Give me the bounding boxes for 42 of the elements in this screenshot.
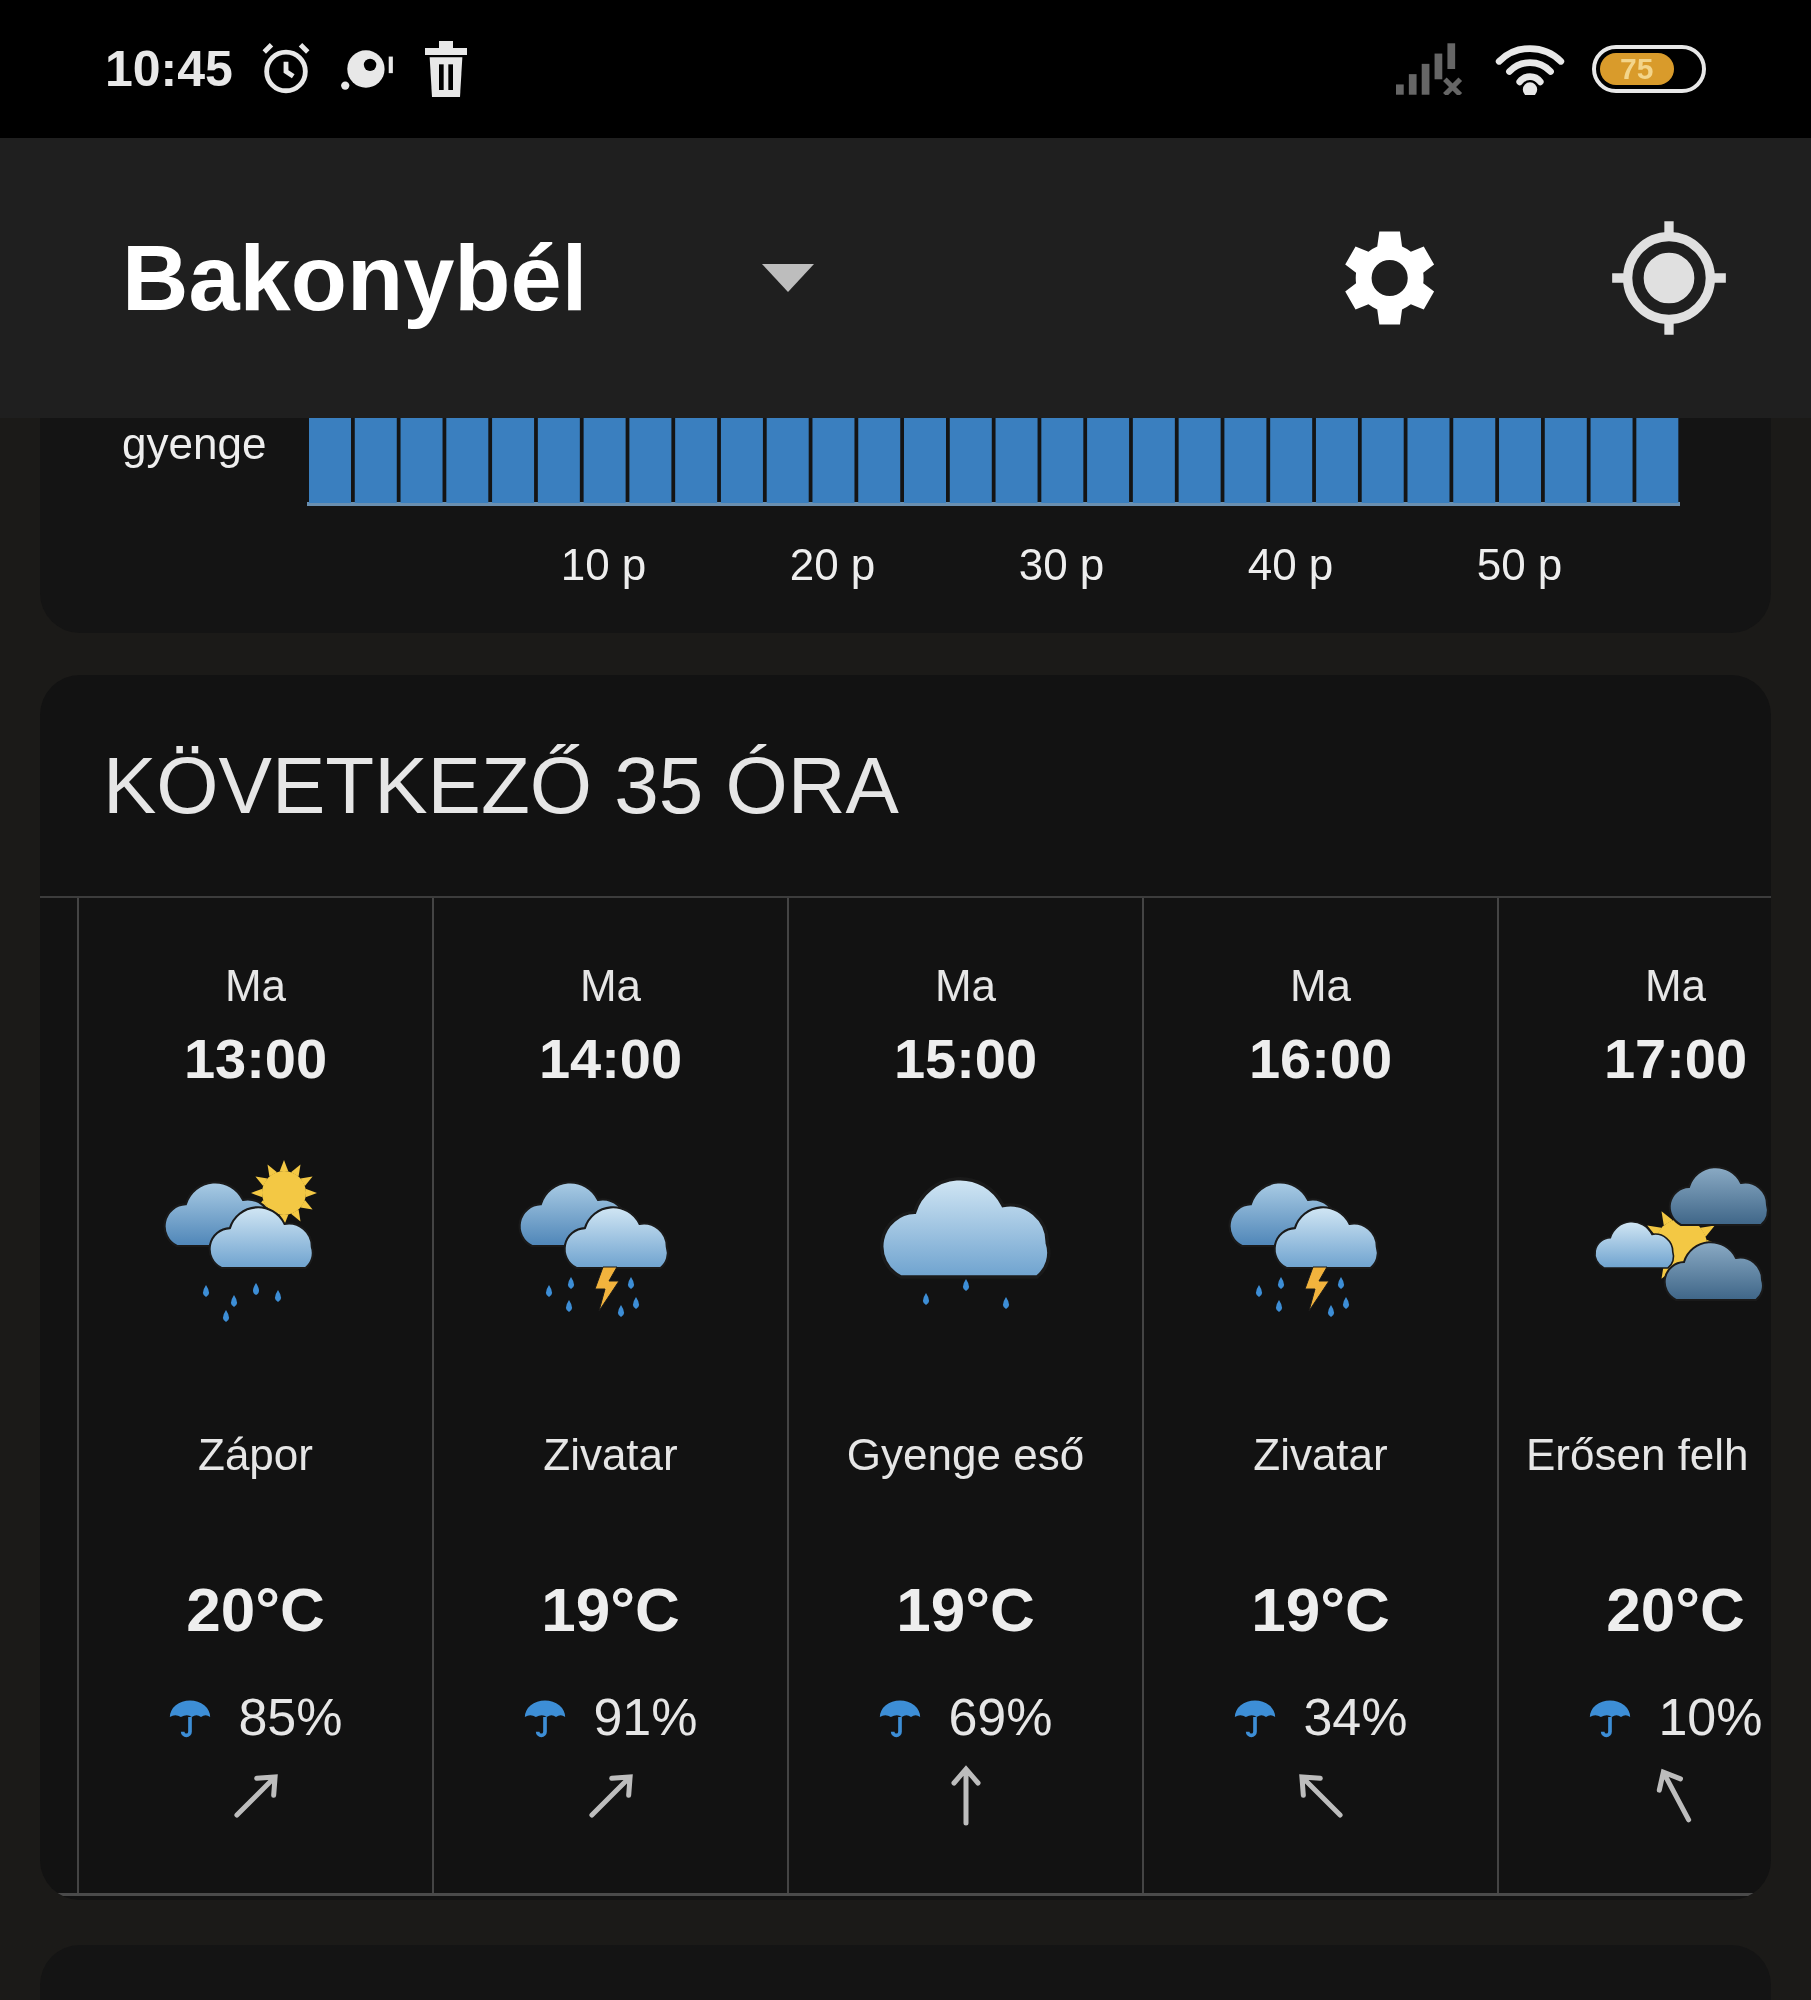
condition-label: Erősen felh <box>1526 1429 1749 1481</box>
day-label: Ma <box>579 960 642 1012</box>
precipitation-chance: 91% <box>593 1689 698 1745</box>
day-label: Ma <box>224 960 287 1012</box>
temperature-label: 19°C <box>896 1575 1035 1645</box>
hour-label: 14:00 <box>538 1026 683 1092</box>
status-time: 10:45 <box>105 39 233 99</box>
location-title[interactable]: Bakonybél <box>122 209 588 347</box>
day-label: Ma <box>1289 960 1352 1012</box>
battery-indicator: 75 <box>1592 45 1706 93</box>
condition-label: Zivatar <box>543 1429 678 1481</box>
temperature-label: 19°C <box>1251 1575 1390 1645</box>
hourly-forecast-column[interactable]: Ma 15:00 Gyenge eső 19°C 69% <box>787 898 1142 1893</box>
hourly-forecast-column[interactable]: Ma 17:00 Erősen felh 20°C 10% <box>1497 898 1771 1893</box>
wifi-icon <box>1494 43 1566 95</box>
dropdown-caret-icon[interactable] <box>762 264 815 292</box>
axis-tick-label: 30 p <box>1017 539 1106 591</box>
intensity-label: gyenge <box>121 418 268 470</box>
condition-label: Gyenge eső <box>846 1429 1085 1481</box>
hour-label: 15:00 <box>893 1026 1038 1092</box>
temperature-label: 20°C <box>186 1575 325 1645</box>
hourly-forecast-column[interactable]: Ma 13:00 Zápor 20°C 85% <box>77 898 432 1893</box>
hour-label: 13:00 <box>183 1026 328 1092</box>
temperature-label: 20°C <box>1606 1575 1745 1645</box>
axis-tick-label: 10 p <box>559 539 648 591</box>
axis-tick-label: 50 p <box>1475 539 1564 591</box>
hourly-forecast-column[interactable]: Ma 14:00 Zivatar 19°C 91% <box>432 898 787 1893</box>
axis-tick-label: 40 p <box>1246 539 1335 591</box>
hourly-forecast-column[interactable]: Ma 16:00 Zivatar 19°C 34% <box>1142 898 1497 1893</box>
precipitation-chance: 10% <box>1658 1689 1763 1745</box>
hour-label: 17:00 <box>1603 1026 1748 1092</box>
condition-label: Zivatar <box>1253 1429 1388 1481</box>
axis-tick-label: 20 p <box>788 539 877 591</box>
precipitation-chance: 85% <box>238 1689 343 1745</box>
section-title: KÖVETKEZŐ 35 ÓRA <box>103 739 899 832</box>
day-label: Ma <box>934 960 997 1012</box>
temperature-label: 19°C <box>541 1575 680 1645</box>
precipitation-chance: 69% <box>948 1689 1053 1745</box>
precipitation-chance: 34% <box>1303 1689 1408 1745</box>
day-label: Ma <box>1644 960 1707 1012</box>
hour-label: 16:00 <box>1248 1026 1393 1092</box>
condition-label: Zápor <box>198 1429 313 1481</box>
